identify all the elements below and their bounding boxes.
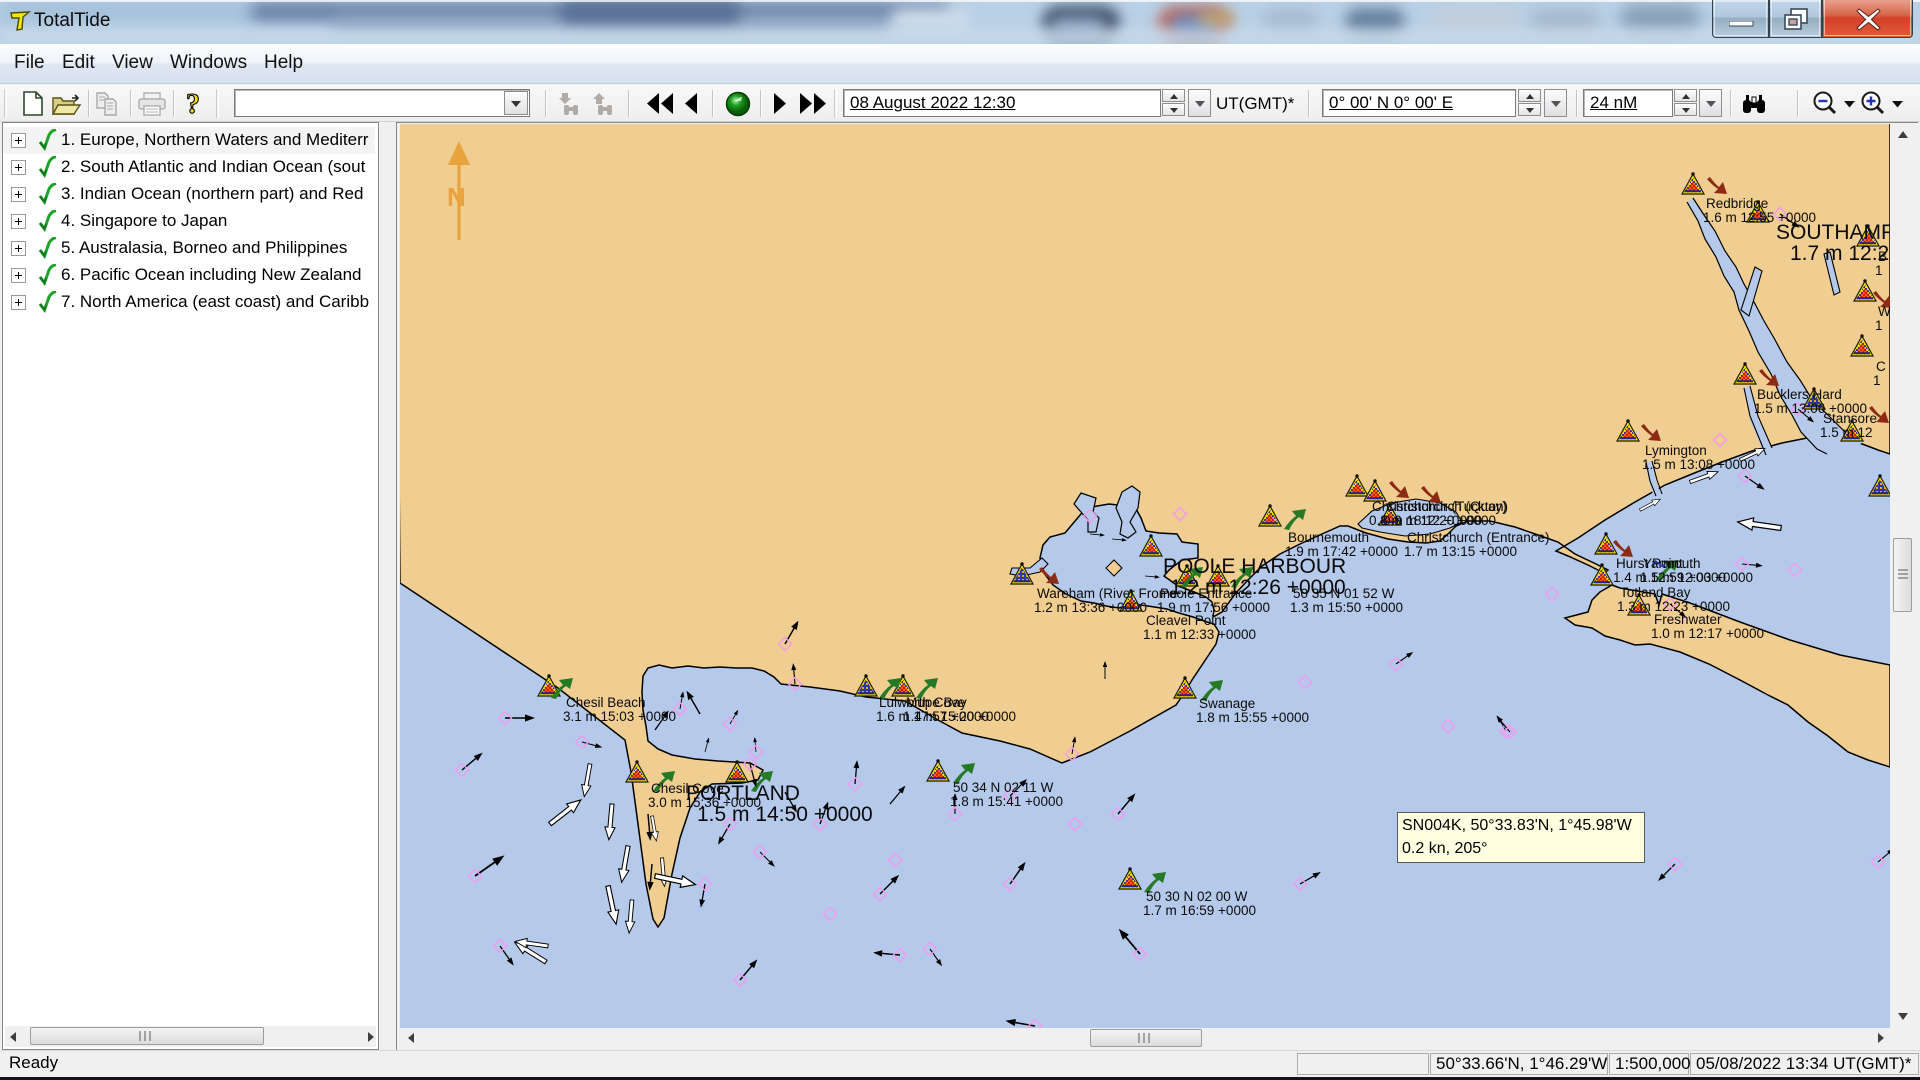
svg-text:Totland Bay: Totland Bay — [1620, 585, 1691, 600]
svg-text:3.1 m 15:03 +0000: 3.1 m 15:03 +0000 — [563, 709, 676, 724]
svg-text:1.7 m 16:59 +0000: 1.7 m 16:59 +0000 — [1143, 903, 1256, 918]
svg-text:1.5 m 13:08 +0000: 1.5 m 13:08 +0000 — [1642, 457, 1755, 472]
svg-text:N: N — [447, 182, 466, 212]
svg-text:1.3 m 15:50 +0000: 1.3 m 15:50 +0000 — [1290, 600, 1403, 615]
svg-text:Wareham (River Frome: Wareham (River Frome — [1037, 586, 1178, 601]
svg-text:1.4 m 15:20 +0000: 1.4 m 15:20 +0000 — [903, 709, 1016, 724]
svg-text:Christchurch (Entrance): Christchurch (Entrance) — [1407, 530, 1550, 545]
svg-text:1.8 m 15:41 +0000: 1.8 m 15:41 +0000 — [950, 794, 1063, 809]
svg-text:1.5 m 14:50 +0000: 1.5 m 14:50 +0000 — [697, 803, 873, 826]
svg-text:Bournemouth: Bournemouth — [1288, 530, 1369, 545]
svg-text:1.1 m 12:33 +0000: 1.1 m 12:33 +0000 — [1143, 627, 1256, 642]
svg-text:1: 1 — [1875, 318, 1883, 333]
svg-text:1.2 m 12:26 +0000: 1.2 m 12:26 +0000 — [1170, 576, 1346, 599]
svg-text:Bucklers Hard: Bucklers Hard — [1757, 387, 1842, 402]
svg-text:Chesil Beach: Chesil Beach — [566, 695, 646, 710]
svg-text:1.8 m 15:55 +0000: 1.8 m 15:55 +0000 — [1196, 710, 1309, 725]
svg-text:Cleavel Point: Cleavel Point — [1146, 613, 1226, 628]
svg-text:Stansore: Stansore — [1823, 411, 1877, 426]
svg-text:Mupe Bay: Mupe Bay — [906, 695, 967, 710]
svg-text:1.0 m 12:17 +0000: 1.0 m 12:17 +0000 — [1651, 626, 1764, 641]
svg-text:SOUTHAMPTON: SOUTHAMPTON — [1776, 221, 1890, 244]
svg-text:POOLE HARBOUR: POOLE HARBOUR — [1163, 555, 1346, 578]
svg-text:W: W — [1878, 304, 1890, 319]
svg-text:Yarmouth: Yarmouth — [1643, 556, 1701, 571]
svg-text:1.7 m 12:2: 1.7 m 12:2 — [1790, 242, 1889, 265]
svg-text:Freshwater: Freshwater — [1654, 612, 1722, 627]
svg-text:1: 1 — [1875, 263, 1883, 278]
svg-text:Swanage: Swanage — [1199, 696, 1255, 711]
svg-text:50 34 N 02 11 W: 50 34 N 02 11 W — [953, 780, 1054, 795]
svg-text:50 30 N 02 00 W: 50 30 N 02 00 W — [1146, 889, 1248, 904]
svg-text:C: C — [1876, 359, 1886, 374]
svg-text:Christchurch (Quay): Christchurch (Quay) — [1386, 499, 1507, 514]
svg-text:Lymington: Lymington — [1645, 443, 1707, 458]
svg-text:?: ? — [186, 90, 200, 118]
svg-text:0.9 m 12:20 +0000: 0.9 m 12:20 +0000 — [1383, 513, 1496, 528]
svg-text:PORTLAND: PORTLAND — [686, 782, 800, 805]
svg-text:1.7 m 13:15 +0000: 1.7 m 13:15 +0000 — [1404, 544, 1517, 559]
svg-text:1: 1 — [1873, 373, 1881, 388]
svg-text:1.5 m 12: 1.5 m 12 — [1820, 425, 1873, 440]
svg-text:1.5 m 12:03 +0000: 1.5 m 12:03 +0000 — [1640, 570, 1753, 585]
svg-text:Redbridge: Redbridge — [1706, 196, 1768, 211]
svg-text:1.2 m 13:36 +0000: 1.2 m 13:36 +0000 — [1034, 600, 1147, 615]
